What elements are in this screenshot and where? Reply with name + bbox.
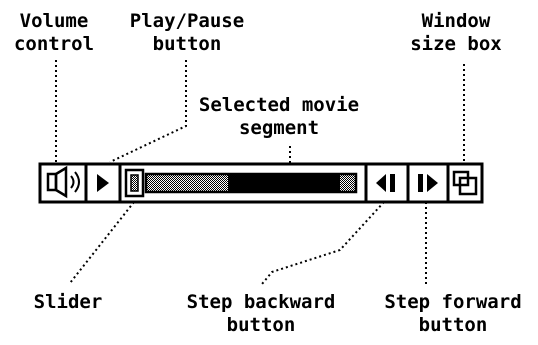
play-pause-leader-line <box>109 60 187 163</box>
slider-track[interactable] <box>144 172 358 194</box>
slider-thumb-icon[interactable] <box>124 168 145 198</box>
controller-drawing <box>38 60 484 285</box>
movie-controller-bar <box>38 162 484 204</box>
step-backward-leader-line <box>261 201 385 285</box>
controller-diagram: Volume control Play/Pause button Window … <box>0 0 538 345</box>
selected-segment-bar <box>228 174 340 192</box>
slider-leader-line <box>69 201 135 284</box>
